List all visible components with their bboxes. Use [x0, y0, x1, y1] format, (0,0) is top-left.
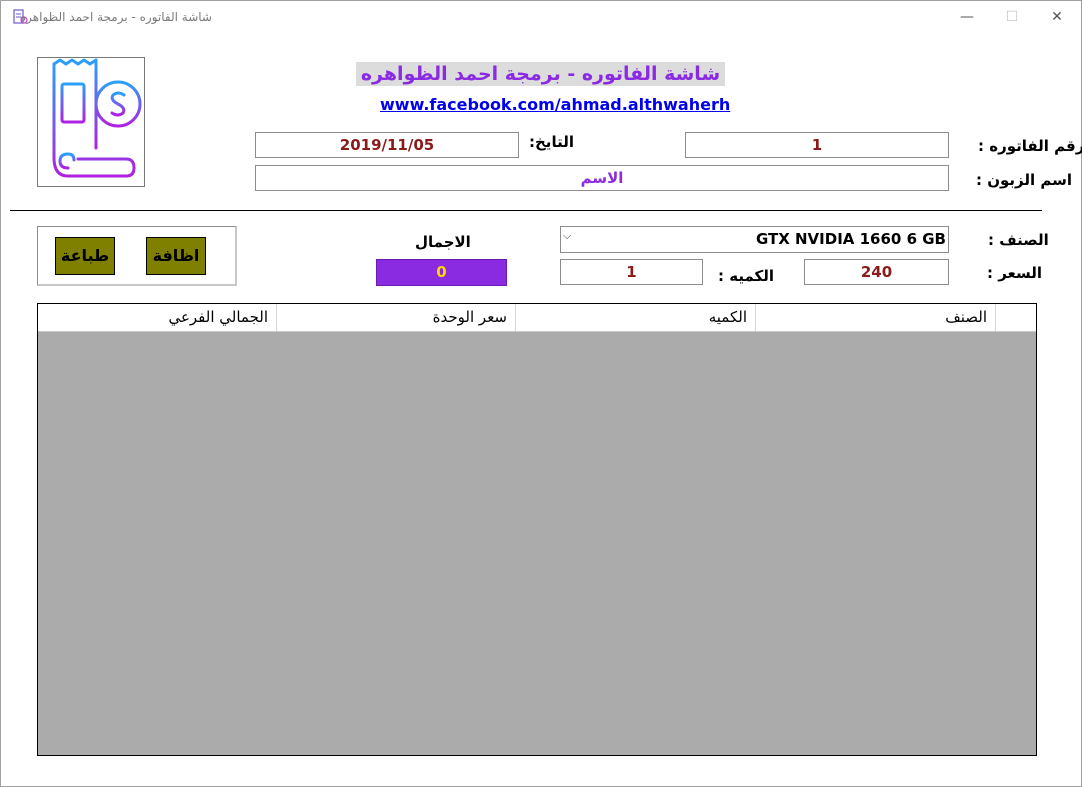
- title-bar[interactable]: شاشة الفاتوره - برمجة احمد الظواهره — ☐ …: [1, 1, 1081, 33]
- price-label: السعر :: [987, 264, 1043, 282]
- chevron-down-icon[interactable]: ⌵: [563, 229, 571, 243]
- column-header-unit-price[interactable]: سعر الوحدة: [277, 304, 516, 331]
- price-field[interactable]: 240: [804, 259, 949, 285]
- column-header-subtotal[interactable]: الجمالي الفرعي: [38, 304, 277, 331]
- column-header-quantity[interactable]: الكميه: [516, 304, 756, 331]
- total-value: 0: [376, 259, 507, 286]
- customer-name-field[interactable]: الاسم: [255, 165, 949, 191]
- grid-header: الصنف الكميه سعر الوحدة الجمالي الفرعي: [38, 304, 1036, 332]
- column-header-item[interactable]: الصنف: [756, 304, 996, 331]
- minimize-button[interactable]: —: [957, 7, 977, 27]
- page-title: شاشة الفاتوره - برمجة احمد الظواهره: [356, 62, 725, 86]
- facebook-link[interactable]: www.facebook.com/ahmad.althwaherh: [380, 95, 730, 114]
- section-divider: [10, 210, 1042, 211]
- logo: [37, 57, 145, 187]
- action-button-group: اظافة طباعة: [37, 226, 237, 286]
- invoice-number-label: رقم الفاتوره :: [978, 137, 1082, 155]
- date-label: التايخ:: [529, 133, 574, 151]
- item-type-label: الصنف :: [988, 231, 1049, 249]
- print-button[interactable]: طباعة: [55, 237, 115, 275]
- date-field[interactable]: 2019/11/05: [255, 132, 519, 158]
- item-type-select[interactable]: ⌵ GTX NVIDIA 1660 6 GB: [560, 226, 949, 253]
- maximize-button[interactable]: ☐: [1002, 7, 1022, 27]
- add-button[interactable]: اظافة: [146, 237, 206, 275]
- row-header-corner: [996, 304, 1036, 331]
- receipt-dollar-icon: [52, 58, 142, 178]
- close-button[interactable]: ✕: [1047, 7, 1067, 27]
- customer-name-label: اسم الزبون :: [976, 171, 1073, 189]
- total-label: الاجمال: [415, 233, 471, 251]
- quantity-label: الكميه :: [718, 267, 774, 285]
- quantity-field[interactable]: 1: [560, 259, 703, 285]
- invoice-number-field[interactable]: 1: [685, 132, 949, 158]
- window-title: شاشة الفاتوره - برمجة احمد الظواهره: [19, 10, 212, 24]
- invoice-items-grid[interactable]: الصنف الكميه سعر الوحدة الجمالي الفرعي: [37, 303, 1037, 756]
- item-type-selected: GTX NVIDIA 1660 6 GB: [755, 230, 946, 248]
